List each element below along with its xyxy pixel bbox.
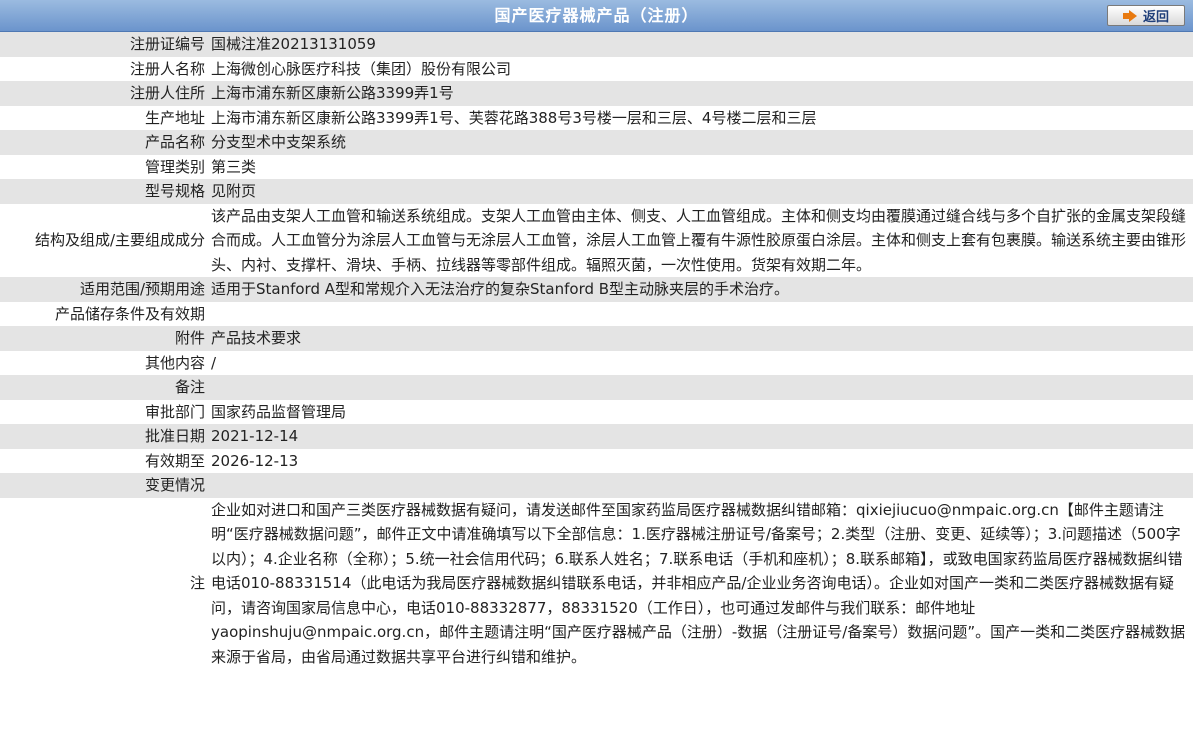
page-header: 国产医疗器械产品（注册） 返回 (0, 0, 1193, 32)
field-label: 生产地址 (144, 108, 205, 127)
field-label: 备注 (174, 378, 205, 396)
field-value: 第三类 (211, 157, 257, 176)
field-label: 型号规格 (144, 182, 205, 200)
field-value: 上海市浦东新区康新公路3399弄1号、芙蓉花路388号3号楼一层和三层、4号楼二… (211, 108, 817, 127)
field-label: 结构及组成/主要组成成分 (34, 231, 205, 249)
table-row: 审批部门 国家药品监督管理局 (0, 399, 1193, 424)
field-value: 见附页 (211, 182, 257, 200)
table-row: 有效期至 2026-12-13 (0, 448, 1193, 473)
note-row: 注企业如对进口和国产三类医疗器械数据有疑问，请发送邮件至国家药监局医疗器械数据纠… (0, 497, 1193, 669)
field-value (208, 302, 1193, 327)
table-row: 型号规格 见附页 (0, 179, 1193, 204)
field-label: 其他内容 (144, 353, 205, 372)
page-title: 国产医疗器械产品（注册） (494, 6, 699, 25)
field-value (208, 473, 1193, 498)
field-value: 国家药品监督管理局 (211, 402, 347, 421)
table-row: 注册证编号 国械注准20213131059 (0, 32, 1193, 57)
field-label: 注册人住所 (129, 84, 205, 102)
field-value: 2021-12-14 (211, 427, 299, 445)
field-label: 附件 (174, 329, 205, 347)
table-row: 注册人名称 上海微创心脉医疗科技（集团）股份有限公司 (0, 56, 1193, 81)
table-row: 注册人住所 上海市浦东新区康新公路3399弄1号 (0, 81, 1193, 106)
field-value: 国械注准20213131059 (211, 35, 376, 53)
field-label: 批准日期 (144, 427, 205, 445)
field-label: 注册证编号 (129, 35, 205, 53)
table-row: 适用范围/预期用途 适用于Stanford A型和常规介入无法治疗的复杂Stanf… (0, 277, 1193, 302)
field-value: 2026-12-13 (211, 451, 299, 470)
note-label: 注 (189, 574, 205, 592)
field-value: 上海微创心脉医疗科技（集团）股份有限公司 (211, 59, 512, 78)
table-row: 其他内容 / (0, 350, 1193, 375)
field-label: 审批部门 (144, 402, 205, 421)
table-row: 批准日期 2021-12-14 (0, 424, 1193, 449)
field-value (208, 375, 1193, 400)
back-button-label: 返回 (1142, 10, 1169, 25)
table-row: 附件 产品技术要求 (0, 326, 1193, 351)
table-row: 变更情况 (0, 473, 1193, 498)
field-value: 适用于Stanford A型和常规介入无法治疗的复杂Stanford B型主动脉… (211, 280, 790, 298)
detail-table: 注册证编号 国械注准20213131059 注册人名称 上海微创心脉医疗科技（集团）股… (0, 32, 1193, 669)
table-row: 产品储存条件及有效期 (0, 301, 1193, 327)
field-value: 产品技术要求 (211, 329, 302, 347)
field-value: / (211, 353, 217, 372)
field-label: 有效期至 (144, 451, 205, 470)
table-row: 结构及组成/主要组成成分 该产品由支架人工血管和输送系统组成。支架人工血管由主体、… (0, 203, 1193, 277)
field-label: 注册人名称 (129, 59, 205, 78)
field-label: 管理类别 (144, 157, 205, 176)
field-value: 该产品由支架人工血管和输送系统组成。支架人工血管由主体、侧支、人工血管组成。主体… (211, 206, 1187, 274)
table-row: 生产地址 上海市浦东新区康新公路3399弄1号、芙蓉花路388号3号楼一层和三层、… (0, 105, 1193, 130)
field-label: 变更情况 (144, 476, 205, 494)
table-row: 备注 (0, 375, 1193, 400)
table-row: 管理类别 第三类 (0, 154, 1193, 179)
note-text: 企业如对进口和国产三类医疗器械数据有疑问，请发送邮件至国家药监局医疗器械数据纠错… (211, 500, 1186, 666)
field-value: 分支型术中支架系统 (211, 133, 347, 151)
field-label: 适用范围/预期用途 (79, 280, 205, 298)
back-button[interactable]: 返回 (1107, 5, 1185, 26)
field-label: 产品储存条件及有效期 (54, 304, 205, 323)
table-row: 产品名称 分支型术中支架系统 (0, 130, 1193, 155)
field-label: 产品名称 (144, 133, 205, 151)
field-value: 上海市浦东新区康新公路3399弄1号 (211, 84, 454, 102)
arrow-right-icon (1122, 9, 1137, 22)
